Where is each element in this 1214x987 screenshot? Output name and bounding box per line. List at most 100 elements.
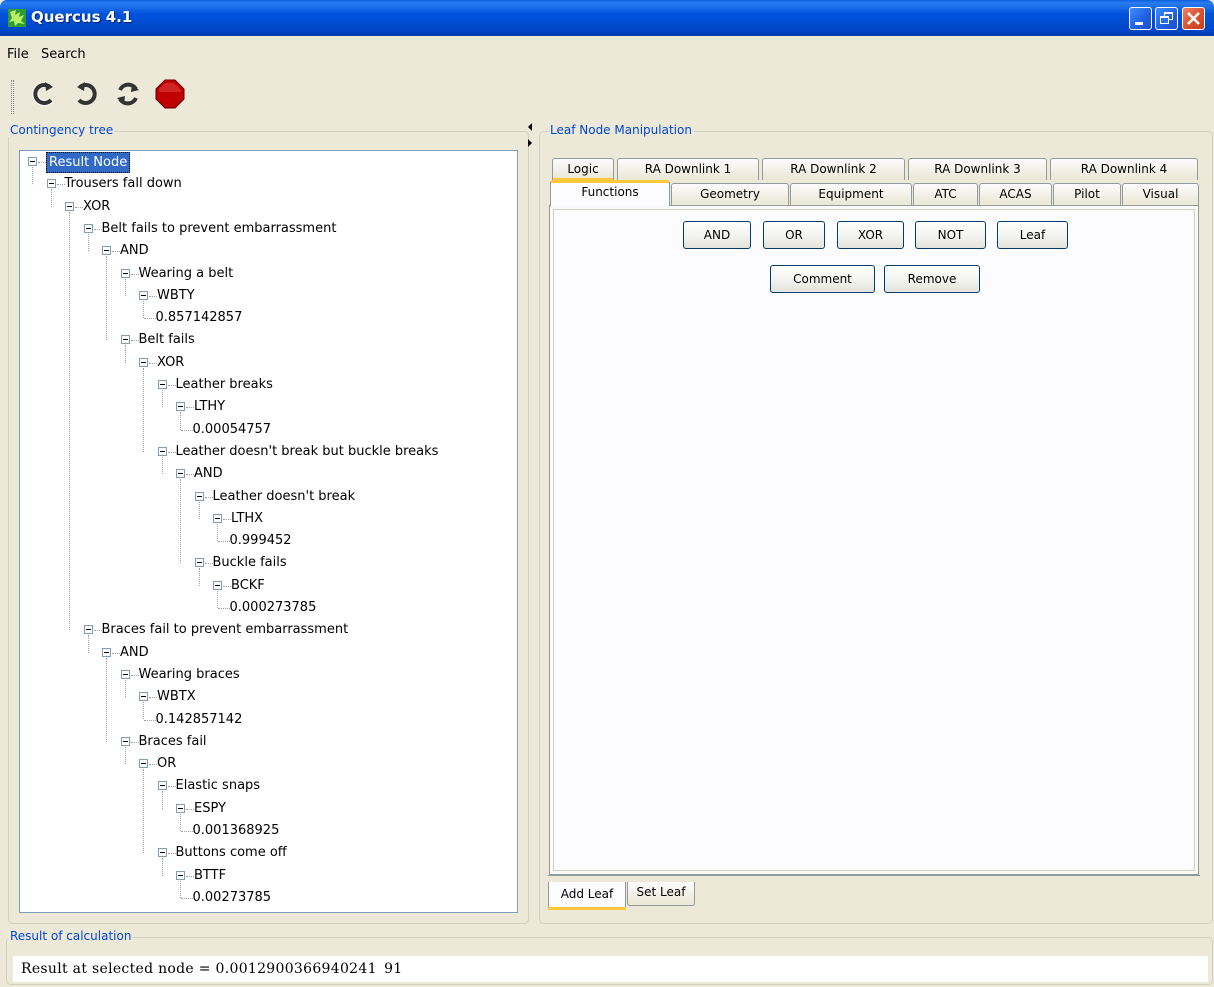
tab-pilot[interactable]: Pilot xyxy=(1053,183,1121,205)
tab-ra-downlink-1[interactable]: RA Downlink 1 xyxy=(617,158,759,180)
collapse-toggle-icon[interactable] xyxy=(120,335,130,345)
leaf-button[interactable]: Leaf xyxy=(997,221,1068,249)
menu-search[interactable]: Search xyxy=(41,47,86,62)
collapse-toggle-icon[interactable] xyxy=(157,848,167,858)
tree-connector xyxy=(143,702,144,720)
tab-set-leaf[interactable]: Set Leaf xyxy=(627,882,695,906)
tree-connector xyxy=(143,300,144,319)
tree-node-label: BTTF xyxy=(194,867,227,883)
minimize-button[interactable] xyxy=(1129,7,1152,30)
not-button[interactable]: NOT xyxy=(915,221,986,249)
collapse-left-arrow-icon[interactable] xyxy=(528,123,532,131)
collapse-toggle-icon[interactable] xyxy=(46,179,56,189)
tree-connector xyxy=(124,278,126,296)
collapse-toggle-icon[interactable] xyxy=(157,446,167,456)
tree-node-label: WBTY xyxy=(157,287,195,303)
tab-ra-downlink-3[interactable]: RA Downlink 3 xyxy=(908,158,1047,180)
tab-ra-downlink-4[interactable]: RA Downlink 4 xyxy=(1050,158,1198,180)
tree-group-title: Contingency tree xyxy=(8,123,116,137)
tab-functions[interactable]: Functions xyxy=(550,180,670,206)
tree-connector xyxy=(69,211,70,631)
rotate-ccw-icon[interactable] xyxy=(28,78,60,110)
collapse-toggle-icon[interactable] xyxy=(83,625,93,635)
collapse-toggle-icon[interactable] xyxy=(194,491,204,501)
collapse-toggle-icon[interactable] xyxy=(213,580,222,590)
menu-bar: File Search xyxy=(0,44,1214,68)
tree-node-label: Wearing a belt xyxy=(138,265,234,281)
xor-button[interactable]: XOR xyxy=(837,221,904,249)
tree-node-label: LTHX xyxy=(231,510,264,526)
tree-connector xyxy=(106,657,107,742)
tree-connector xyxy=(124,679,126,698)
tree-connector xyxy=(87,635,89,653)
restore-button[interactable] xyxy=(1155,7,1178,30)
collapse-toggle-icon[interactable] xyxy=(176,870,185,880)
tab-visual[interactable]: Visual xyxy=(1122,183,1199,205)
tree-node-label: Wearing braces xyxy=(138,666,240,682)
close-icon xyxy=(1187,12,1200,25)
tree-connector xyxy=(143,367,144,452)
tab-acas[interactable]: ACAS xyxy=(979,183,1052,205)
collapse-toggle-icon[interactable] xyxy=(139,692,148,702)
or-button[interactable]: OR xyxy=(763,221,825,249)
collapse-toggle-icon[interactable] xyxy=(176,469,185,479)
tree-node-label: 0.999452 xyxy=(229,533,292,549)
collapse-toggle-icon[interactable] xyxy=(65,201,74,211)
tree-node-label: Buttons come off xyxy=(175,845,287,861)
tab-logic[interactable]: Logic xyxy=(552,158,614,180)
tree-node-label: Leather breaks xyxy=(175,377,273,392)
tree-node-label: 0.857142857 xyxy=(155,310,243,326)
tree-node-label: ESPY xyxy=(194,800,226,816)
tree-node-label: BCKF xyxy=(231,577,265,593)
collapse-toggle-icon[interactable] xyxy=(194,558,204,568)
collapse-right-arrow-icon[interactable] xyxy=(528,139,532,147)
tree-node-label: Braces fail xyxy=(138,733,207,749)
tab-equipment[interactable]: Equipment xyxy=(790,183,912,205)
collapse-toggle-icon[interactable] xyxy=(102,647,111,657)
collapse-toggle-icon[interactable] xyxy=(120,268,130,278)
tree-node-label: Trousers fall down xyxy=(64,176,182,192)
tree-node-label: 0.142857142 xyxy=(155,711,243,727)
tree-node-label: 0.00273785 xyxy=(192,889,272,905)
comment-button[interactable]: Comment xyxy=(770,265,875,293)
title-bar[interactable]: Quercus 4.1 xyxy=(0,0,1214,36)
tree-node-label: XOR xyxy=(157,354,185,370)
collapse-toggle-icon[interactable] xyxy=(139,290,148,300)
and-button[interactable]: AND xyxy=(683,221,751,249)
contingency-tree[interactable]: Result Node Trousers fall down XOR Belt fai… xyxy=(19,150,518,913)
result-group-title: Result of calculation xyxy=(8,929,134,943)
collapse-toggle-icon[interactable] xyxy=(176,402,185,412)
collapse-toggle-icon[interactable] xyxy=(157,781,167,791)
collapse-toggle-icon[interactable] xyxy=(120,736,130,746)
tab-geometry[interactable]: Geometry xyxy=(671,183,789,205)
collapse-toggle-icon[interactable] xyxy=(102,246,111,256)
remove-button[interactable]: Remove xyxy=(884,265,980,293)
result-field[interactable]: Result at selected node = 0.001290036694… xyxy=(12,955,1209,983)
tree-node-label: 0.001368925 xyxy=(192,823,280,838)
collapse-toggle-icon[interactable] xyxy=(139,759,148,769)
menu-file[interactable]: File xyxy=(7,47,29,62)
collapse-toggle-icon[interactable] xyxy=(157,380,167,389)
tab-atc[interactable]: ATC xyxy=(913,183,978,205)
tree-connector xyxy=(32,167,33,185)
result-text: Result at selected node = 0.001290036694… xyxy=(21,961,403,977)
tree-node-label: 0.00054757 xyxy=(192,421,272,437)
tree-connector xyxy=(180,479,181,564)
split-pane-divider[interactable] xyxy=(525,115,534,925)
tree-connector xyxy=(50,189,52,207)
stop-icon[interactable] xyxy=(154,78,186,110)
tree-node-label: AND xyxy=(194,466,223,482)
collapse-toggle-icon[interactable] xyxy=(28,157,37,166)
close-button[interactable] xyxy=(1182,7,1205,30)
refresh-both-icon[interactable] xyxy=(112,78,144,110)
collapse-toggle-icon[interactable] xyxy=(213,513,222,523)
collapse-toggle-icon[interactable] xyxy=(139,357,148,367)
collapse-toggle-icon[interactable] xyxy=(176,803,185,813)
rotate-cw-icon[interactable] xyxy=(70,78,102,110)
collapse-toggle-icon[interactable] xyxy=(83,223,93,233)
tab-ra-downlink-2[interactable]: RA Downlink 2 xyxy=(762,158,905,180)
collapse-toggle-icon[interactable] xyxy=(120,669,130,679)
tree-node-label: LTHY xyxy=(194,399,226,415)
toolbar xyxy=(0,72,1214,120)
tab-add-leaf[interactable]: Add Leaf xyxy=(548,882,626,909)
